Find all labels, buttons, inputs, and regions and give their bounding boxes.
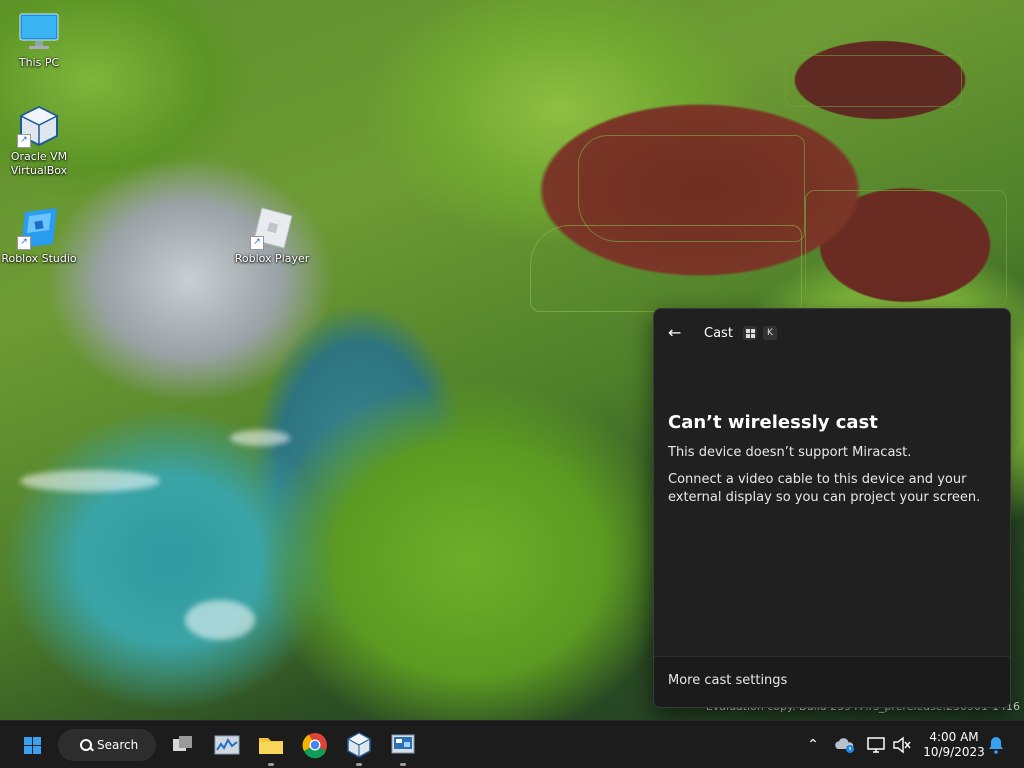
task-view-icon: [173, 736, 192, 751]
system-information-icon: [391, 734, 415, 754]
cast-title: Cast: [704, 325, 733, 341]
taskbar-system-information[interactable]: [387, 729, 419, 766]
desktop-icon-roblox-studio[interactable]: ↗ Roblox Studio: [1, 206, 77, 266]
folder-icon: [259, 738, 283, 754]
running-indicator: [356, 763, 362, 766]
shortcut-key: K: [762, 326, 777, 340]
desktop-icon-virtualbox[interactable]: ↗ Oracle VM VirtualBox: [1, 104, 77, 178]
clock-date: 10/9/2023: [923, 745, 985, 759]
taskbar: Search ⌃ 4:00 AM 10/9/2023: [0, 720, 1024, 768]
wallpaper-foam: [230, 430, 290, 446]
volume-muted-icon[interactable]: [890, 733, 914, 757]
desktop-icon-this-pc[interactable]: This PC: [1, 10, 77, 70]
roblox-player-icon: ↗: [250, 206, 294, 250]
chevron-up-icon[interactable]: ⌃: [801, 733, 825, 757]
wallpaper-foam: [185, 600, 255, 640]
wallpaper-field: [805, 190, 1007, 307]
chrome-icon: [302, 733, 327, 759]
taskbar-clock[interactable]: 4:00 AM 10/9/2023: [920, 730, 988, 760]
cast-footer: More cast settings: [654, 656, 1010, 707]
wallpaper-field: [530, 225, 802, 312]
taskbar-file-explorer[interactable]: [255, 729, 287, 766]
monitor-icon: [17, 10, 61, 54]
notification-bell-icon[interactable]: [984, 733, 1008, 757]
cast-body: Can’t wirelessly cast This device doesn’…: [668, 412, 998, 516]
shortcut-arrow-icon: ↗: [17, 236, 31, 250]
running-indicator: [400, 763, 406, 766]
taskbar-chrome[interactable]: [299, 729, 331, 761]
virtualbox-icon: ↗: [17, 104, 61, 148]
shortcut-arrow-icon: ↗: [250, 236, 264, 250]
desktop-icon-label: Oracle VM VirtualBox: [10, 150, 68, 177]
start-button[interactable]: [16, 729, 48, 761]
cast-error-message: This device doesn’t support Miracast.: [668, 445, 912, 460]
more-cast-settings-link[interactable]: More cast settings: [668, 673, 787, 688]
search-label: Search: [97, 738, 139, 752]
desktop-icon-label: Roblox Player: [234, 252, 310, 265]
virtualbox-icon: [346, 732, 372, 758]
roblox-studio-icon: ↗: [17, 206, 61, 250]
windows-key-icon: [742, 326, 757, 340]
onedrive-status-icon[interactable]: [833, 733, 857, 757]
running-indicator: [268, 763, 274, 766]
cast-flyout: ← Cast K Can’t wirelessly cast This devi…: [653, 308, 1011, 708]
desktop-icon-roblox-player[interactable]: ↗ Roblox Player: [234, 206, 310, 266]
shortcut-arrow-icon: ↗: [17, 134, 31, 148]
wallpaper-foam: [20, 470, 160, 492]
desktop-icon-label: Roblox Studio: [1, 252, 77, 265]
back-arrow-icon[interactable]: ←: [668, 323, 690, 343]
cast-header: ← Cast K: [668, 323, 783, 343]
taskbar-search-button[interactable]: Search: [58, 729, 156, 761]
taskbar-virtualbox[interactable]: [343, 729, 375, 766]
clock-time: 4:00 AM: [929, 730, 979, 744]
windows-logo-icon: [24, 737, 41, 754]
cast-error-heading: Can’t wirelessly cast: [668, 412, 878, 433]
resource-monitor-icon: [214, 735, 240, 755]
search-icon: [80, 739, 92, 751]
cast-help-message: Connect a video cable to this device and…: [668, 472, 981, 505]
task-view-button[interactable]: [167, 729, 199, 761]
wallpaper-field: [785, 55, 962, 107]
network-icon[interactable]: [865, 733, 889, 757]
taskbar-resource-monitor[interactable]: [211, 729, 243, 761]
desktop-icon-label: This PC: [18, 56, 60, 69]
